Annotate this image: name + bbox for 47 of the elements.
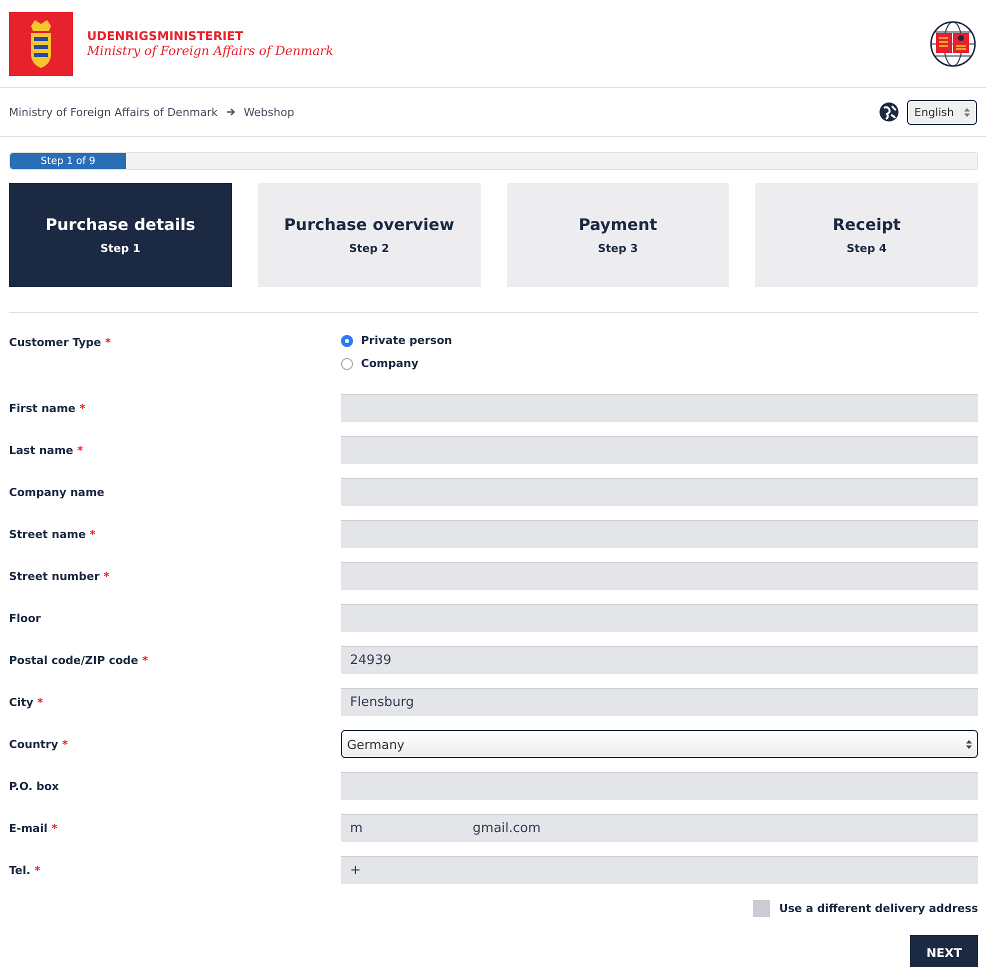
radio-button[interactable] — [341, 334, 353, 346]
step-tab[interactable]: Purchase overview Step 2 — [258, 183, 480, 287]
language-select[interactable]: English — [907, 100, 977, 124]
breadcrumb-link[interactable]: Ministry of Foreign Affairs of Denmark — [9, 106, 218, 118]
input-field[interactable]: 24939 — [341, 646, 978, 674]
field-label: P.O. box — [9, 780, 60, 792]
field-label: Tel. * — [9, 864, 42, 876]
radio-label: Company — [361, 357, 418, 370]
input-field[interactable]: Flensburg — [341, 688, 978, 716]
breadcrumb-link[interactable]: Webshop — [244, 106, 294, 118]
input-field[interactable] — [341, 772, 978, 800]
radio-label: Private person — [361, 334, 452, 347]
progress-label: Step 1 of 9 — [40, 156, 96, 166]
field-label: Street name * — [9, 528, 97, 540]
field-label: First name * — [9, 402, 86, 414]
field-label: Country * — [9, 738, 69, 750]
country-select[interactable]: Germany — [341, 730, 978, 758]
next-button[interactable]: NEXT — [910, 935, 978, 967]
checkbox[interactable] — [753, 900, 770, 917]
updown-caret-icon — [966, 740, 972, 748]
step-tab[interactable]: Purchase details Step 1 — [9, 183, 232, 287]
field-label: E-mail * — [9, 822, 58, 834]
field-label: Last name * — [9, 444, 84, 456]
updown-caret-icon — [964, 108, 970, 116]
radio-button[interactable] — [341, 358, 353, 370]
input-field[interactable]: + — [341, 856, 978, 884]
input-field[interactable]: m gmail.com — [341, 814, 978, 842]
field-label: Floor — [9, 612, 42, 624]
input-field[interactable] — [341, 478, 978, 506]
coat-of-arms-logo — [9, 12, 73, 76]
checkbox-label: Use a different delivery address — [779, 902, 978, 915]
step-tab[interactable]: Receipt Step 4 — [755, 183, 978, 287]
step-tab[interactable]: Payment Step 3 — [506, 183, 730, 287]
input-field[interactable] — [341, 520, 978, 548]
field-label: City * — [9, 696, 44, 708]
field-label: Customer Type * — [9, 335, 112, 349]
organization-subtitle: Ministry of Foreign Affairs of Denmark — [87, 43, 334, 58]
passport-globe-icon — [929, 20, 977, 68]
input-field[interactable] — [341, 394, 978, 422]
field-label: Street number * — [9, 570, 110, 582]
arrow-right-icon — [226, 107, 236, 117]
input-field[interactable] — [341, 604, 978, 632]
input-field[interactable] — [341, 436, 978, 464]
input-field[interactable] — [341, 562, 978, 590]
field-label: Company name — [9, 486, 106, 498]
field-label: Postal code/ZIP code * — [9, 654, 150, 666]
organization-name: UDENRIGSMINISTERIET — [87, 29, 244, 43]
